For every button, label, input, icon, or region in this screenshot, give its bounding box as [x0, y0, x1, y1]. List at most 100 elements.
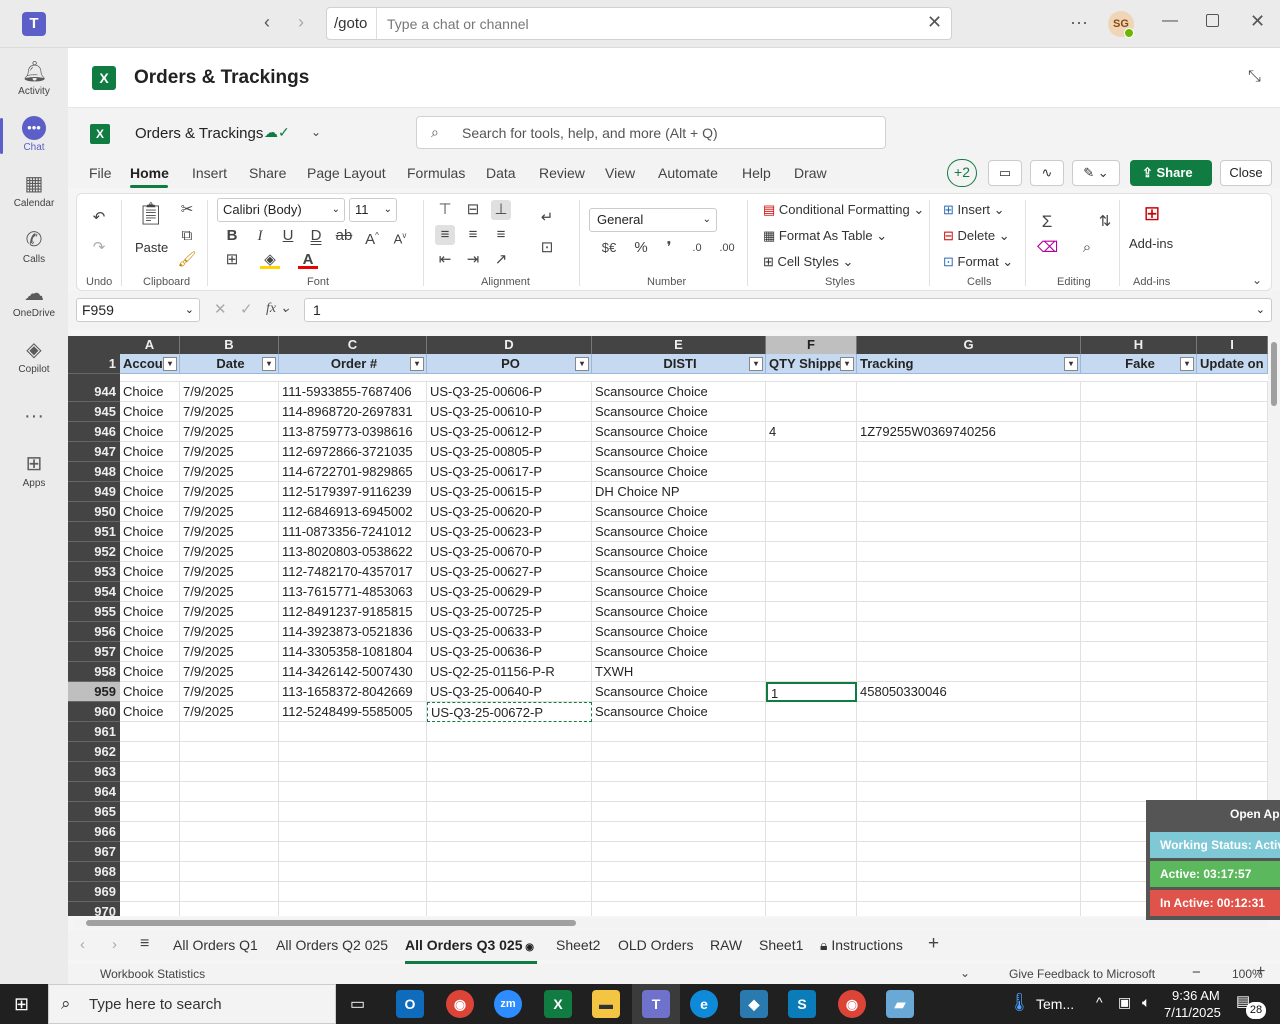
vertical-scroll-thumb[interactable] [1271, 342, 1277, 406]
table-cell[interactable]: Choice [120, 642, 180, 662]
edge-icon[interactable]: e [690, 990, 718, 1018]
table-cell[interactable] [1081, 662, 1197, 682]
table-cell[interactable] [279, 722, 427, 742]
filter-dropdown-icon[interactable]: ▾ [1180, 357, 1194, 371]
table-cell[interactable] [592, 722, 766, 742]
sort-filter-icon[interactable]: ⇅ [1095, 212, 1115, 232]
table-cell[interactable] [1197, 542, 1268, 562]
table-header-cell[interactable]: Update on A [1197, 354, 1268, 374]
table-cell[interactable] [857, 562, 1081, 582]
table-cell[interactable] [766, 462, 857, 482]
clear-icon[interactable]: ⌫ [1037, 238, 1058, 258]
font-color-icon[interactable]: A [298, 250, 318, 269]
table-cell[interactable]: Choice [120, 622, 180, 642]
table-cell[interactable] [1197, 642, 1268, 662]
table-cell[interactable]: Choice [120, 382, 180, 402]
editing-mode-button[interactable]: ✎ ⌄ [1072, 160, 1120, 186]
spreadsheet-grid[interactable]: A B C D E F G H I 1 Accou ▾ Date ▾ Order # ▾ PO ▾ DISTI ▾ QT… [68, 336, 1268, 916]
row-number[interactable]: 968 [68, 862, 120, 882]
table-cell[interactable]: 7/9/2025 [180, 662, 279, 682]
table-cell[interactable]: US-Q3-25-00620-P [427, 502, 592, 522]
table-cell[interactable] [180, 762, 279, 782]
table-cell[interactable] [120, 802, 180, 822]
prev-sheet-icon[interactable]: ‹ [80, 936, 85, 953]
table-cell[interactable]: Choice [120, 422, 180, 442]
table-cell[interactable] [1081, 442, 1197, 462]
table-cell[interactable]: 112-6972866-3721035 [279, 442, 427, 462]
file-menu-chevron-icon[interactable]: ⌄ [311, 125, 321, 139]
decrease-decimal-icon[interactable]: .00 [717, 238, 737, 258]
table-cell[interactable]: US-Q3-25-00670-P [427, 542, 592, 562]
table-cell[interactable]: Scansource Choice [592, 502, 766, 522]
table-cell[interactable]: US-Q3-25-00633-P [427, 622, 592, 642]
table-cell[interactable] [427, 862, 592, 882]
table-cell[interactable] [766, 802, 857, 822]
table-cell[interactable]: US-Q3-25-00623-P [427, 522, 592, 542]
table-cell[interactable] [592, 802, 766, 822]
status-chevron-icon[interactable]: ⌄ [960, 966, 970, 980]
table-cell[interactable] [1197, 582, 1268, 602]
sheet-tab[interactable]: OLD Orders [618, 937, 693, 953]
table-cell[interactable]: Scansource Choice [592, 522, 766, 542]
paste-icon[interactable]: 📋︎ [137, 203, 165, 232]
open-app-button[interactable]: Open Ap [1146, 802, 1280, 826]
column-header-h[interactable]: H [1081, 336, 1197, 354]
task-view-icon[interactable]: ▭ [350, 994, 365, 1014]
table-cell[interactable] [857, 862, 1081, 882]
table-cell[interactable]: 112-7482170-4357017 [279, 562, 427, 582]
workbook-statistics[interactable]: Workbook Statistics [100, 967, 205, 981]
table-cell[interactable] [857, 742, 1081, 762]
table-cell[interactable]: 7/9/2025 [180, 542, 279, 562]
windows-start-icon[interactable]: ⊞ [14, 994, 34, 1014]
column-header-e[interactable]: E [592, 336, 766, 354]
table-cell[interactable] [279, 822, 427, 842]
rail-onedrive[interactable]: ☁ OneDrive [0, 276, 68, 332]
table-cell[interactable]: US-Q2-25-01156-P-R [427, 662, 592, 682]
back-icon[interactable]: ‹ [264, 12, 270, 33]
excel-search-box[interactable]: ⌕ Search for tools, help, and more (Alt … [416, 116, 886, 149]
table-cell[interactable] [766, 842, 857, 862]
row-number[interactable]: 959 [68, 682, 120, 702]
volume-icon[interactable]: 🔈︎ [1142, 994, 1150, 1011]
file-explorer-icon[interactable]: ▬ [592, 990, 620, 1018]
row-number[interactable]: 944 [68, 382, 120, 402]
table-cell[interactable] [766, 562, 857, 582]
table-cell[interactable] [857, 802, 1081, 822]
strikethrough-icon[interactable]: ab [334, 226, 354, 246]
table-cell[interactable] [1081, 482, 1197, 502]
table-cell[interactable] [180, 822, 279, 842]
table-cell[interactable] [592, 882, 766, 902]
table-cell[interactable]: Scansource Choice [592, 562, 766, 582]
table-cell[interactable] [279, 902, 427, 916]
table-cell[interactable]: Scansource Choice [592, 542, 766, 562]
format-cells-button[interactable]: ⊡ Format ⌄ [943, 254, 1013, 270]
row-number[interactable]: 955 [68, 602, 120, 622]
insert-cells-button[interactable]: ⊞ Insert ⌄ [943, 202, 1005, 218]
sheet-tab[interactable]: All Orders Q1 [173, 937, 258, 953]
fill-color-icon[interactable]: ◈ [260, 250, 280, 269]
formula-input[interactable]: 1 ⌄ [304, 298, 1272, 322]
table-cell[interactable] [120, 822, 180, 842]
table-cell[interactable]: 113-8759773-0398616 [279, 422, 427, 442]
format-as-table-button[interactable]: ▦ Format As Table ⌄ [763, 228, 887, 244]
table-cell[interactable] [857, 882, 1081, 902]
row-number[interactable]: 969 [68, 882, 120, 902]
table-cell[interactable] [1197, 662, 1268, 682]
table-cell[interactable] [1197, 522, 1268, 542]
italic-icon[interactable]: I [250, 226, 270, 246]
row-number[interactable]: 947 [68, 442, 120, 462]
table-cell[interactable]: Scansource Choice [592, 402, 766, 422]
font-name-select[interactable]: Calibri (Body) ⌄ [217, 198, 345, 222]
table-cell[interactable]: Scansource Choice [592, 642, 766, 662]
app-s-icon[interactable]: S [788, 990, 816, 1018]
presence-count-button[interactable]: +2 [947, 159, 977, 187]
table-cell[interactable] [120, 722, 180, 742]
table-cell[interactable]: Choice [120, 502, 180, 522]
filter-dropdown-icon[interactable]: ▾ [1064, 357, 1078, 371]
table-cell[interactable] [766, 582, 857, 602]
tab-page-layout[interactable]: Page Layout [307, 165, 386, 181]
table-cell[interactable]: Scansource Choice [592, 462, 766, 482]
double-underline-icon[interactable]: D [306, 226, 326, 246]
table-cell[interactable]: 114-3426142-5007430 [279, 662, 427, 682]
table-cell[interactable] [766, 662, 857, 682]
